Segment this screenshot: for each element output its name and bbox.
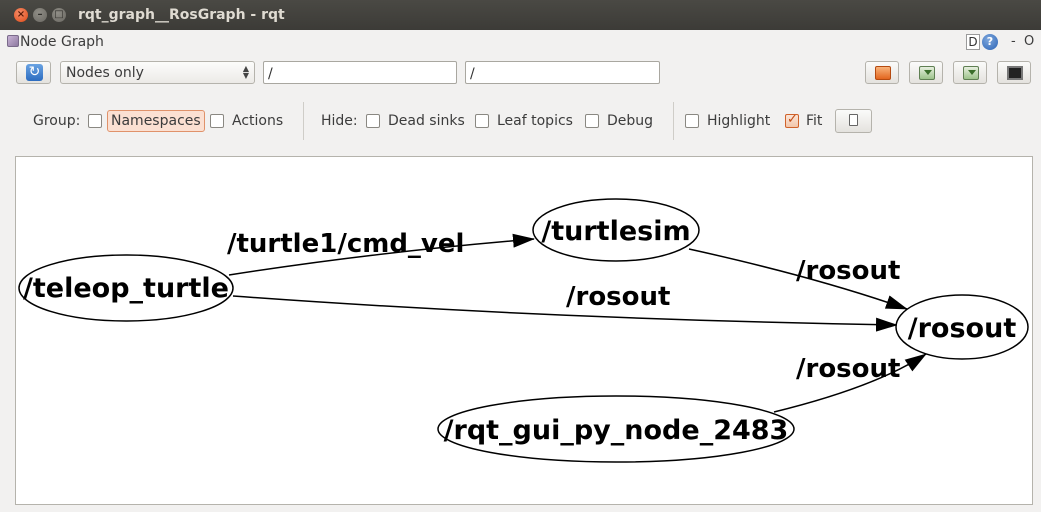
hide-label: Hide: [321, 113, 358, 129]
node-label-rqt-gui: /rqt_gui_py_node_2483 [444, 415, 789, 446]
node-label-turtlesim: /turtlesim [541, 216, 690, 247]
refresh-icon: ↻ [26, 64, 43, 81]
debug-label[interactable]: Debug [607, 113, 653, 129]
screen-icon [1007, 66, 1023, 80]
node-teleop-turtle[interactable]: /teleop_turtle [18, 254, 234, 322]
window-maximize-button[interactable]: □ [52, 8, 66, 22]
edge-label-rosout-teleop: /rosout [566, 282, 670, 312]
refresh-button[interactable]: ↻ [16, 61, 51, 84]
group-label: Group: [33, 113, 81, 129]
save-dot-button[interactable] [909, 61, 943, 84]
dead-sinks-checkbox[interactable] [366, 114, 380, 128]
window-close-button[interactable]: × [14, 8, 28, 22]
plugin-minimize-button[interactable]: - [1011, 34, 1016, 49]
plugin-title: Node Graph [20, 34, 104, 50]
node-label-teleop: /teleop_turtle [23, 273, 229, 304]
edge-label-cmd-vel: /turtle1/cmd_vel [227, 229, 464, 259]
namespaces-label[interactable]: Namespaces [107, 110, 205, 132]
edge-label-rosout-turtlesim: /rosout [796, 256, 900, 286]
topic-filter-input[interactable] [465, 61, 660, 84]
toolbar-separator [673, 102, 674, 140]
graph-canvas[interactable]: /turtle1/cmd_vel /rosout /rosout /rosout… [15, 156, 1033, 505]
node-label-rosout: /rosout [908, 313, 1017, 344]
select-arrows-icon: ▲ ▼ [242, 64, 249, 80]
save-image-button[interactable] [953, 61, 987, 84]
window-minimize-button[interactable]: – [33, 8, 47, 22]
highlight-checkbox[interactable] [685, 114, 699, 128]
graph-svg: /turtle1/cmd_vel /rosout /rosout /rosout… [18, 198, 1029, 463]
edge-label-rosout-rqt: /rosout [796, 354, 900, 384]
highlight-label[interactable]: Highlight [707, 113, 770, 129]
graph-type-value: Nodes only [66, 65, 144, 81]
node-turtlesim[interactable]: /turtlesim [532, 198, 700, 262]
save-icon [919, 66, 935, 80]
node-rqt-gui-py[interactable]: /rqt_gui_py_node_2483 [437, 395, 795, 463]
window-title: rqt_graph__RosGraph - rqt [78, 7, 285, 23]
dock-button[interactable]: D [966, 34, 980, 50]
debug-checkbox[interactable] [585, 114, 599, 128]
save-icon [963, 66, 979, 80]
actions-label[interactable]: Actions [232, 113, 283, 129]
fit-checkbox[interactable] [785, 112, 799, 128]
fit-view-icon [849, 114, 858, 126]
leaf-topics-checkbox[interactable] [475, 114, 489, 128]
window-titlebar: × – □ rqt_graph__RosGraph - rqt [0, 0, 1041, 30]
plugin-header: Node Graph D ? - O [0, 30, 1041, 54]
node-filter-input[interactable] [263, 61, 457, 84]
dead-sinks-label[interactable]: Dead sinks [388, 113, 465, 129]
plugin-close-button[interactable]: O [1024, 34, 1034, 49]
fit-in-view-button[interactable] [835, 109, 872, 133]
screenshot-button[interactable] [997, 61, 1031, 84]
fit-label[interactable]: Fit [806, 113, 822, 129]
namespaces-checkbox[interactable] [88, 114, 102, 128]
load-dot-button[interactable] [865, 61, 899, 84]
actions-checkbox[interactable] [210, 114, 224, 128]
leaf-topics-label[interactable]: Leaf topics [497, 113, 573, 129]
toolbar-separator [303, 102, 304, 140]
folder-icon [875, 66, 891, 80]
node-rosout[interactable]: /rosout [895, 294, 1029, 360]
plugin-icon [7, 35, 19, 47]
help-icon[interactable]: ? [982, 34, 998, 50]
edge-teleop-rosout [232, 295, 898, 332]
graph-type-select[interactable]: Nodes only ▲ ▼ [60, 61, 255, 84]
